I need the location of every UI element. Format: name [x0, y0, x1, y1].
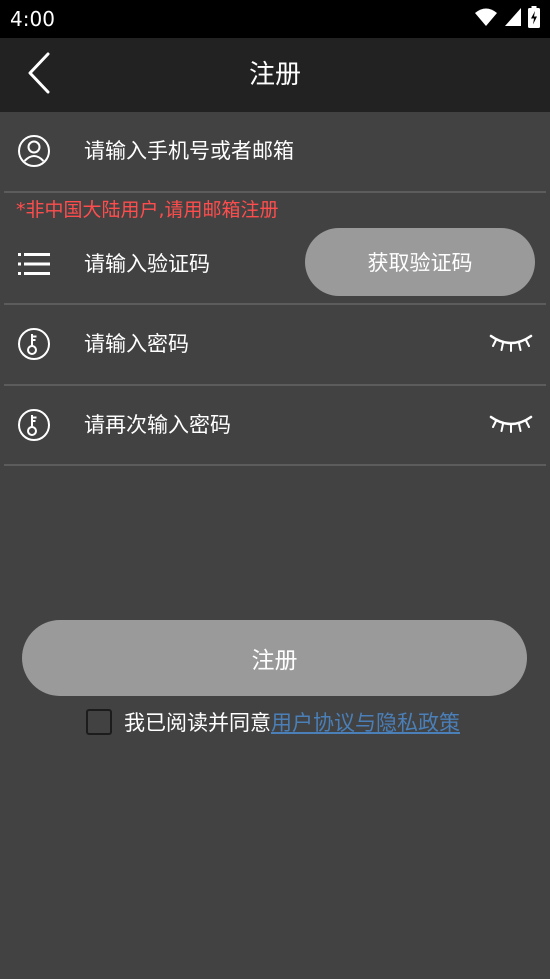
- status-time: 4:00: [10, 7, 55, 31]
- page-title: 注册: [248, 60, 301, 90]
- divider: [4, 191, 546, 193]
- status-icons: [474, 6, 540, 32]
- key-circle-icon: [16, 407, 52, 443]
- agreement-row: 我已阅读并同意 用户协议与隐私政策: [86, 705, 460, 739]
- eye-closed-icon[interactable]: [488, 413, 534, 437]
- wifi-icon: [474, 7, 498, 31]
- account-input[interactable]: [84, 134, 504, 168]
- cell-signal-icon: [504, 7, 522, 31]
- menu-lines-icon: [16, 246, 52, 282]
- region-notice: *非中国大陆用户,请用邮箱注册: [16, 199, 279, 221]
- get-code-button[interactable]: 获取验证码: [305, 228, 535, 296]
- verification-code-input[interactable]: [84, 247, 294, 281]
- register-button[interactable]: 注册: [22, 620, 527, 696]
- user-circle-icon: [16, 133, 52, 169]
- eye-closed-icon[interactable]: [488, 332, 534, 356]
- agreement-link[interactable]: 用户协议与隐私政策: [271, 707, 460, 737]
- account-row: [0, 112, 550, 193]
- divider: [4, 464, 546, 466]
- password-row: [0, 304, 550, 386]
- agreement-checkbox[interactable]: [86, 709, 112, 735]
- password-input[interactable]: [84, 327, 464, 361]
- battery-charging-icon: [528, 6, 540, 32]
- app-bar: 注册: [0, 38, 550, 112]
- confirm-password-row: [0, 386, 550, 466]
- confirm-password-input[interactable]: [84, 408, 464, 442]
- key-circle-icon: [16, 326, 52, 362]
- status-bar: 4:00: [0, 0, 550, 38]
- agreement-text: 我已阅读并同意: [124, 711, 271, 735]
